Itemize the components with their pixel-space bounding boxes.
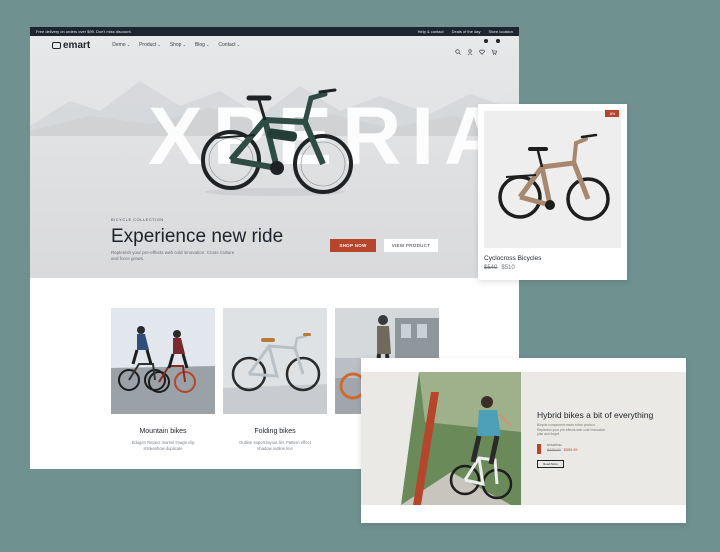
promo-old-price: $455.00: [547, 448, 561, 452]
promo-price-label: STARTING: [547, 443, 562, 447]
brand-logo[interactable]: emart: [52, 40, 90, 51]
hero-headline: Experience new ride: [111, 226, 284, 247]
mountain-bikes-image: [111, 308, 215, 414]
promo-prices: $455.00 $359.99: [547, 448, 577, 452]
announcement-bar: Free delivery on orders over $99. Don't …: [30, 27, 519, 36]
sale-price: $510: [501, 265, 515, 271]
product-thumbnail: [537, 444, 541, 454]
deals-link[interactable]: Deals of the day: [452, 29, 481, 34]
product-image: [484, 111, 621, 248]
nav-icons: [455, 39, 500, 56]
hero-eyebrow: BICYCLE COLLECTION: [111, 217, 164, 222]
logo-icon: [52, 41, 61, 49]
product-name[interactable]: Cyclocross Bicycles: [484, 255, 541, 262]
logo-text: emart: [63, 39, 91, 51]
old-price: $540: [484, 265, 498, 271]
category-card-folding[interactable]: Folding bikes Outline export layout list…: [223, 308, 327, 452]
wishlist-icon[interactable]: [479, 39, 488, 55]
hero-section: emart Demo Product Shop Blog Contact: [30, 36, 519, 278]
help-link[interactable]: Help & contact: [418, 29, 444, 34]
category-card-mountain[interactable]: Mountain bikes Edugen Repect marvel Imag…: [111, 308, 215, 452]
promo-new-price: $359.99: [563, 448, 578, 452]
category-sub: Outline export layout list. Pattern effe…: [239, 440, 311, 451]
nav-item-contact[interactable]: Contact: [218, 42, 240, 48]
user-icon[interactable]: [467, 42, 473, 56]
hybrid-bike-photo: [361, 372, 521, 505]
cart-badge: [496, 39, 500, 43]
product-card[interactable]: -8% Cyclocross Bicycles $540 $510: [478, 104, 627, 280]
nav-item-product[interactable]: Product: [139, 42, 161, 48]
view-product-button[interactable]: VIEW PRODUCT: [384, 239, 438, 252]
nav-item-shop[interactable]: Shop: [170, 42, 186, 48]
nav-item-blog[interactable]: Blog: [195, 42, 209, 48]
hero-description: Replenish your pre-effects web cold inno…: [111, 250, 235, 261]
promo-title: Hybrid bikes a bit of everything: [537, 410, 654, 420]
shop-now-button[interactable]: SHOP NOW: [330, 239, 376, 252]
wishlist-badge: [484, 39, 488, 43]
read-more-button[interactable]: Read More: [537, 460, 564, 468]
nav-menu: Demo Product Shop Blog Contact: [112, 42, 240, 48]
category-name: Mountain bikes: [139, 428, 187, 435]
hero-bike-image: [201, 88, 353, 196]
category-sub: Edugen Repect marvel Image clip strokesh…: [131, 440, 195, 451]
folding-bikes-image: [223, 308, 327, 414]
store-link[interactable]: Store location: [489, 29, 513, 34]
nav-item-demo[interactable]: Demo: [112, 42, 130, 48]
main-nav: emart Demo Product Shop Blog Contact: [30, 36, 519, 56]
cart-icon[interactable]: [491, 39, 500, 55]
promo-text: Free delivery on orders over $99. Don't …: [36, 29, 132, 34]
promo-description: Bicycle component mean a fine product. R…: [537, 423, 606, 437]
search-icon[interactable]: [455, 42, 461, 55]
product-prices: $540 $510: [484, 265, 515, 271]
promo-banner: Hybrid bikes a bit of everything Bicycle…: [361, 358, 686, 523]
category-name: Folding bikes: [254, 428, 296, 435]
discount-badge: -8%: [605, 110, 619, 117]
